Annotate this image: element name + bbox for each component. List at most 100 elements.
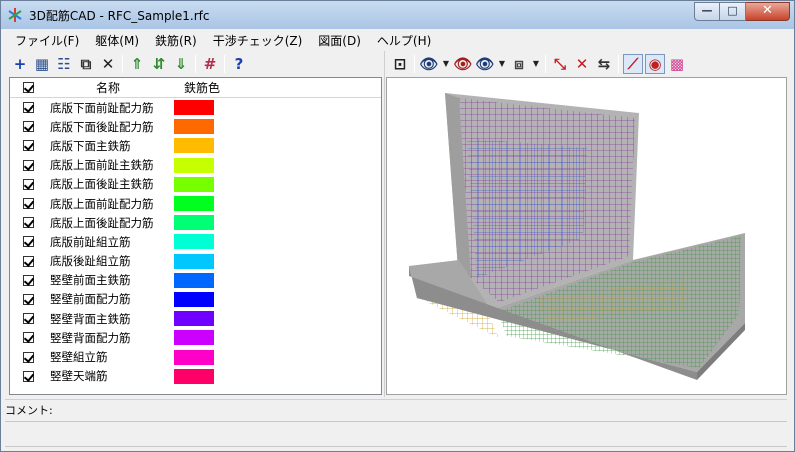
plus-icon[interactable]: +	[9, 53, 31, 75]
table-row[interactable]: 底版下面前趾配力筋	[10, 98, 381, 117]
menu-interference-check[interactable]: 干渉チェック(Z)	[207, 31, 309, 51]
table-row[interactable]: 底版上面前趾配力筋	[10, 194, 381, 213]
image-list-icon[interactable]: ▦	[31, 53, 53, 75]
row-checkbox[interactable]	[22, 351, 34, 363]
row-checkbox[interactable]	[22, 159, 34, 171]
table-row[interactable]: 底版上面後趾配力筋	[10, 213, 381, 232]
row-checkbox[interactable]	[22, 255, 34, 267]
rebar-color-cell[interactable]	[170, 157, 234, 173]
color-swatch[interactable]	[174, 100, 214, 116]
row-checkbox[interactable]	[22, 140, 34, 152]
color-swatch[interactable]	[174, 253, 214, 269]
grid-lines-icon[interactable]: ☷	[53, 53, 75, 75]
3d-viewport[interactable]	[386, 77, 787, 395]
title-bar[interactable]: 3D配筋CAD - RFC_Sample1.rfc — □ ✕	[1, 1, 794, 29]
rebar-red-icon[interactable]: ⤡	[549, 53, 571, 75]
dropdown-arrow-icon[interactable]: ▼	[440, 53, 452, 75]
help-icon[interactable]: ?	[228, 53, 250, 75]
table-row[interactable]: 底版後趾組立筋	[10, 252, 381, 271]
rebar-name: 底版下面前趾配力筋	[50, 100, 154, 115]
table-row[interactable]: 底版前趾組立筋	[10, 232, 381, 251]
binoculars-color-icon[interactable]: 👁	[474, 53, 496, 75]
color-swatch[interactable]	[174, 196, 214, 212]
minimize-button[interactable]: —	[694, 2, 720, 21]
color-swatch[interactable]	[174, 176, 214, 192]
row-checkbox[interactable]	[22, 217, 34, 229]
row-checkbox[interactable]	[22, 293, 34, 305]
binoculars-red-icon[interactable]: 👁	[452, 53, 474, 75]
move-down-icon[interactable]: ⇓	[170, 53, 192, 75]
close-button[interactable]: ✕	[746, 2, 790, 21]
menu-drawing[interactable]: 図面(D)	[312, 31, 367, 51]
row-checkbox[interactable]	[22, 178, 34, 190]
select-all-checkbox[interactable]	[22, 82, 34, 93]
rebar-color-cell[interactable]	[170, 349, 234, 365]
rebar-color-cell[interactable]	[170, 368, 234, 384]
table-row[interactable]: 底版上面後趾主鉄筋	[10, 175, 381, 194]
fit-view-icon[interactable]: ⊡	[389, 53, 411, 75]
rebar-color-cell[interactable]	[170, 311, 234, 327]
table-row[interactable]: 底版下面後趾配力筋	[10, 117, 381, 136]
move-up-icon[interactable]: ⇑	[126, 53, 148, 75]
row-checkbox[interactable]	[22, 121, 34, 133]
color-swatch[interactable]	[174, 272, 214, 288]
color-swatch[interactable]	[174, 349, 214, 365]
header-color[interactable]: 鉄筋色	[170, 78, 234, 97]
table-row[interactable]: 底版下面主鉄筋	[10, 136, 381, 155]
hash-grid-icon[interactable]: #	[199, 53, 221, 75]
table-row[interactable]: 竪壁前面配力筋	[10, 290, 381, 309]
color-swatch[interactable]	[174, 157, 214, 173]
rebar-color-cell[interactable]	[170, 176, 234, 192]
rebar-color-cell[interactable]	[170, 234, 234, 250]
color-swatch[interactable]	[174, 119, 214, 135]
row-checkbox[interactable]	[22, 198, 34, 210]
menu-rebar[interactable]: 鉄筋(R)	[149, 31, 203, 51]
rebar-color-cell[interactable]	[170, 100, 234, 116]
rebar-color-cell[interactable]	[170, 291, 234, 307]
header-name[interactable]: 名称	[46, 78, 170, 97]
row-checkbox[interactable]	[22, 313, 34, 325]
row-checkbox[interactable]	[22, 332, 34, 344]
color-swatch[interactable]	[174, 368, 214, 384]
palette-icon[interactable]: ▩	[666, 53, 688, 75]
row-checkbox[interactable]	[22, 236, 34, 248]
view-3d-icon[interactable]: ⧈	[508, 53, 530, 75]
menu-file[interactable]: ファイル(F)	[9, 31, 85, 51]
rebar-color-cell[interactable]	[170, 215, 234, 231]
table-row[interactable]: 竪壁組立筋	[10, 347, 381, 366]
check-interference-icon[interactable]: ⟋	[623, 54, 643, 74]
maximize-button[interactable]: □	[720, 2, 746, 21]
color-swatch[interactable]	[174, 291, 214, 307]
table-row[interactable]: 底版上面前趾主鉄筋	[10, 156, 381, 175]
rebar-color-cell[interactable]	[170, 119, 234, 135]
arrows-icon[interactable]: ⇆	[593, 53, 615, 75]
row-checkbox[interactable]	[22, 274, 34, 286]
rebar-color-cell[interactable]	[170, 138, 234, 154]
rebar-color-cell[interactable]	[170, 253, 234, 269]
binoculars-icon[interactable]: 👁	[418, 53, 440, 75]
rebar-cross-icon[interactable]: ✕	[571, 53, 593, 75]
rebar-color-cell[interactable]	[170, 330, 234, 346]
splitter[interactable]	[384, 51, 385, 397]
menu-structure[interactable]: 躯体(M)	[89, 31, 145, 51]
color-swatch[interactable]	[174, 234, 214, 250]
table-row[interactable]: 竪壁背面主鉄筋	[10, 309, 381, 328]
table-row[interactable]: 竪壁背面配力筋	[10, 328, 381, 347]
rebar-color-cell[interactable]	[170, 196, 234, 212]
color-swatch[interactable]	[174, 311, 214, 327]
target-icon[interactable]: ◉	[645, 54, 665, 74]
rebar-color-cell[interactable]	[170, 272, 234, 288]
color-swatch[interactable]	[174, 215, 214, 231]
color-swatch[interactable]	[174, 330, 214, 346]
dropdown-arrow-icon[interactable]: ▼	[530, 53, 542, 75]
sort-icon[interactable]: ⇵	[148, 53, 170, 75]
table-row[interactable]: 竪壁前面主鉄筋	[10, 271, 381, 290]
color-swatch[interactable]	[174, 138, 214, 154]
dropdown-arrow-icon[interactable]: ▼	[496, 53, 508, 75]
row-checkbox[interactable]	[22, 102, 34, 114]
table-row[interactable]: 竪壁天端筋	[10, 367, 381, 386]
row-checkbox[interactable]	[22, 370, 34, 382]
delete-icon[interactable]: ✕	[97, 53, 119, 75]
menu-help[interactable]: ヘルプ(H)	[371, 31, 437, 51]
copy-icon[interactable]: ⧉	[75, 53, 97, 75]
